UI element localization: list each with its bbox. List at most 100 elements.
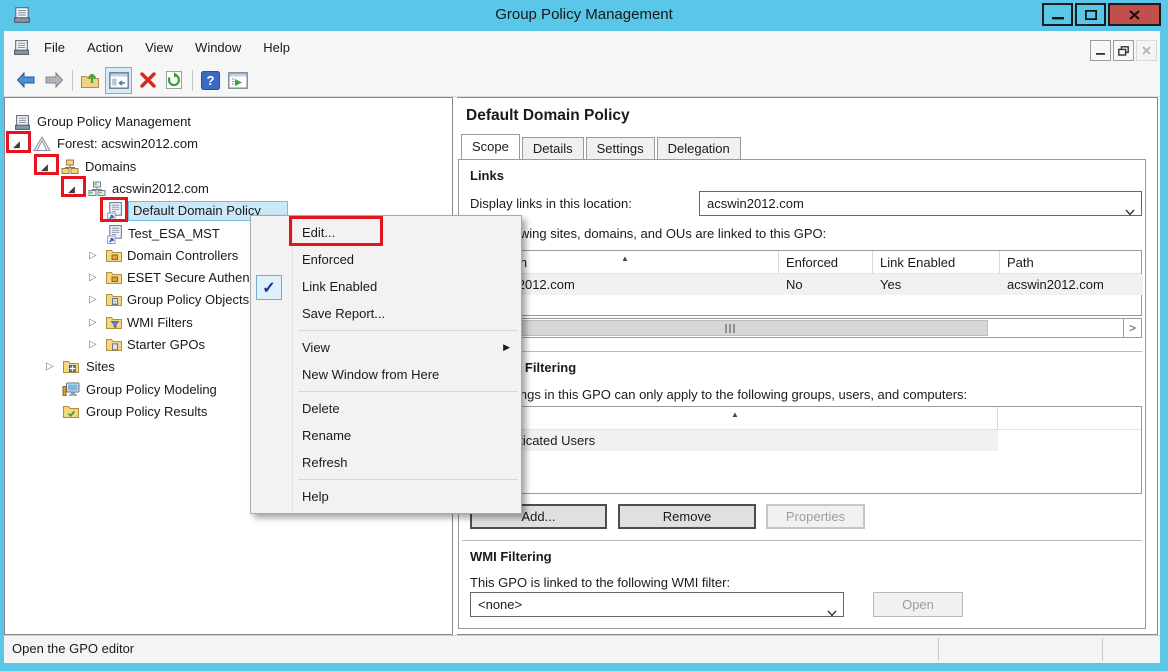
- links-intro-label: The following sites, domains, and OUs ar…: [470, 226, 826, 241]
- status-bar: Open the GPO editor: [4, 635, 1160, 663]
- tab-scope[interactable]: Scope: [461, 134, 520, 159]
- wmi-intro-label: This GPO is linked to the following WMI …: [470, 575, 730, 590]
- collapsed-arrow-icon[interactable]: ▷: [89, 290, 97, 310]
- tab-settings[interactable]: Settings: [586, 137, 655, 159]
- tree-item-label[interactable]: Starter GPOs: [127, 335, 205, 355]
- column-header-link-enabled[interactable]: Link Enabled: [873, 251, 1000, 274]
- up-one-level-icon: [80, 71, 100, 89]
- collapsed-arrow-icon[interactable]: ▷: [89, 313, 97, 333]
- tree-item-label[interactable]: Test_ESA_MST: [128, 224, 220, 244]
- domains-icon: [61, 157, 79, 177]
- menu-item-view[interactable]: View▶: [252, 334, 520, 361]
- gpo-link-icon: [105, 224, 124, 244]
- menu-item-save-report[interactable]: Save Report...: [252, 300, 520, 327]
- minimize-icon: [1052, 10, 1064, 20]
- mdi-minimize-button[interactable]: [1090, 40, 1111, 61]
- ou-folder-icon: [105, 268, 123, 288]
- tree-item-label[interactable]: Group Policy Objects: [127, 290, 249, 310]
- mdi-close-button[interactable]: [1136, 40, 1157, 61]
- modeling-icon: [62, 380, 80, 400]
- menu-view[interactable]: View: [134, 31, 184, 64]
- link-enabled-checkmark-icon: ✓: [256, 275, 282, 300]
- cell-enforced: No: [779, 274, 873, 295]
- column-header-blank[interactable]: [998, 407, 1143, 430]
- security-list-row[interactable]: Authenticated Users: [471, 430, 998, 451]
- menu-window[interactable]: Window: [184, 31, 252, 64]
- section-divider: [462, 540, 1142, 541]
- location-combobox[interactable]: acswin2012.com: [699, 191, 1142, 216]
- toolbar: ?: [4, 64, 1160, 97]
- collapsed-arrow-icon[interactable]: ▷: [46, 357, 54, 377]
- tree-item-label[interactable]: Group Policy Modeling: [86, 380, 217, 400]
- annotation-box-domain-arrow: [61, 176, 86, 197]
- console-icon: [13, 39, 30, 56]
- remove-button[interactable]: Remove: [618, 504, 756, 529]
- help-button[interactable]: ?: [200, 70, 220, 90]
- results-folder-icon: [62, 402, 80, 422]
- help-icon: ?: [201, 71, 220, 90]
- open-button[interactable]: Open: [873, 592, 963, 617]
- chevron-down-icon[interactable]: [827, 601, 837, 624]
- minimize-button[interactable]: [1042, 3, 1073, 26]
- collapsed-arrow-icon[interactable]: ▷: [89, 268, 97, 288]
- column-header-path[interactable]: Path: [1000, 251, 1143, 274]
- menu-action[interactable]: Action: [76, 31, 134, 64]
- collapsed-arrow-icon[interactable]: ▷: [89, 246, 97, 266]
- properties-button[interactable]: Properties: [766, 504, 865, 529]
- mdi-restore-button[interactable]: [1113, 40, 1134, 61]
- tree-item-label[interactable]: Group Policy Management: [37, 112, 191, 132]
- sort-ascending-icon: ▲: [731, 410, 739, 419]
- scope-tab-page: Links Display links in this location: ac…: [458, 159, 1146, 629]
- menu-item-delete[interactable]: Delete: [252, 395, 520, 422]
- delete-icon: [139, 71, 157, 89]
- scrollbar-thumb[interactable]: [472, 320, 988, 336]
- menu-item-new-window-from-here[interactable]: New Window from Here: [252, 361, 520, 388]
- ou-folder-icon: [105, 246, 123, 266]
- new-window-button[interactable]: [228, 70, 248, 90]
- refresh-button[interactable]: [164, 70, 184, 90]
- console-tree-icon: [109, 72, 129, 89]
- tree-item-label[interactable]: Group Policy Results: [86, 402, 207, 422]
- column-header-enforced[interactable]: Enforced: [779, 251, 873, 274]
- wmi-filter-combobox[interactable]: <none>: [470, 592, 844, 617]
- toolbar-separator: [72, 70, 73, 91]
- chevron-down-icon[interactable]: [1125, 200, 1135, 223]
- tab-details[interactable]: Details: [522, 137, 584, 159]
- tree-item-label[interactable]: Domain Controllers: [127, 246, 238, 266]
- tree-item-gpm-root[interactable]: Group Policy Management: [5, 112, 445, 132]
- cell-group-name: Authenticated Users: [471, 430, 998, 451]
- tree-item-label[interactable]: WMI Filters: [127, 313, 193, 333]
- menu-item-enforced[interactable]: Enforced: [252, 246, 520, 273]
- menu-item-help[interactable]: Help: [252, 483, 520, 510]
- menu-item-link-enabled[interactable]: Link Enabled: [252, 273, 520, 300]
- delete-button[interactable]: [138, 70, 158, 90]
- tree-item-domains[interactable]: ◢ Domains: [5, 157, 445, 177]
- forward-button[interactable]: [44, 70, 64, 90]
- tree-item-forest[interactable]: ◢ Forest: acswin2012.com: [5, 134, 445, 154]
- pane-title: Default Domain Policy: [466, 107, 630, 125]
- up-one-level-button[interactable]: [80, 70, 100, 90]
- maximize-icon: [1085, 10, 1097, 20]
- tab-delegation[interactable]: Delegation: [657, 137, 741, 159]
- tree-item-label[interactable]: Forest: acswin2012.com: [57, 134, 198, 154]
- close-button[interactable]: [1108, 3, 1161, 26]
- status-separator: [938, 638, 939, 661]
- links-table-row[interactable]: acswin2012.com No Yes acswin2012.com: [471, 274, 1143, 295]
- collapsed-arrow-icon[interactable]: ▷: [89, 335, 97, 355]
- menu-item-rename[interactable]: Rename: [252, 422, 520, 449]
- tree-item-label[interactable]: Domains: [85, 157, 136, 177]
- maximize-button[interactable]: [1075, 3, 1106, 26]
- tree-item-label[interactable]: Sites: [86, 357, 115, 377]
- location-combobox-value: acswin2012.com: [707, 196, 804, 211]
- back-button[interactable]: [16, 70, 36, 90]
- forest-icon: [33, 134, 51, 154]
- menu-help[interactable]: Help: [252, 31, 301, 64]
- status-separator: [1102, 638, 1103, 661]
- menu-separator: [298, 479, 518, 480]
- horizontal-scrollbar[interactable]: >: [470, 318, 1142, 338]
- menu-file[interactable]: File: [33, 31, 76, 64]
- menu-item-refresh[interactable]: Refresh: [252, 449, 520, 476]
- console-tree-toggle-button[interactable]: [105, 67, 132, 94]
- scroll-right-button[interactable]: >: [1123, 319, 1141, 337]
- tree-item-label[interactable]: acswin2012.com: [112, 179, 209, 199]
